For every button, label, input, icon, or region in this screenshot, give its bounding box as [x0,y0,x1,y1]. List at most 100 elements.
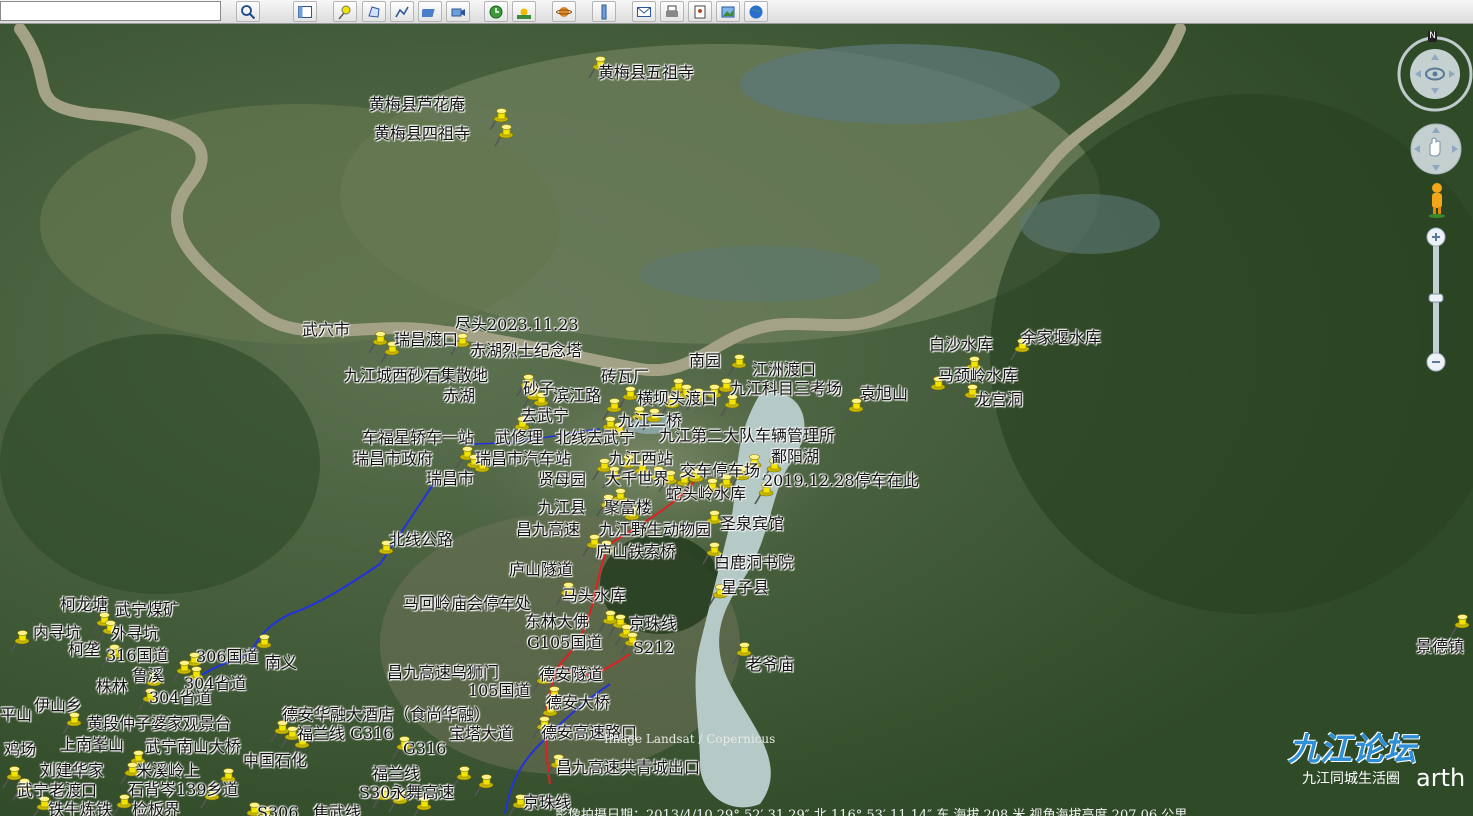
search-input[interactable] [0,1,221,21]
placemark-label[interactable]: 黄梅县四祖寺 [374,125,470,143]
placemark-label[interactable]: 星子县 [721,579,769,597]
search-button[interactable] [236,1,260,22]
placemark-label[interactable]: 九江第二大队车辆管理所 [659,427,835,445]
placemark-label[interactable]: 景德镇 [1416,638,1464,656]
placemark-label[interactable]: 德安华融大酒店（食尚华融） [282,706,490,724]
placemark-label[interactable]: S306 [257,804,299,816]
placemark-label[interactable]: 北线公路 [389,531,453,549]
placemark-label[interactable]: 武穴市 [302,321,350,339]
save-image-button[interactable] [688,1,712,22]
placemark-label[interactable]: 袁旭山 [860,385,908,403]
placemark-label[interactable]: 尽头2023.11.23 [455,316,579,334]
placemark-label[interactable]: 去武宁 [521,407,569,425]
placemark-label[interactable]: 黄梅县五祖寺 [598,64,694,82]
placemark-label[interactable]: 余家堰水库 [1021,329,1101,347]
placemark-label[interactable]: 福兰线 [372,765,420,783]
placemark-label[interactable]: 株林 [96,678,128,696]
placemark-label[interactable]: 上南峯山 [60,736,124,754]
sidebar-toggle-button[interactable] [293,1,317,22]
placemark-label[interactable]: 聚富楼 [604,499,652,517]
placemark-label[interactable]: 武宁煤矿 [115,601,179,619]
placemark-label[interactable]: S30永舞高速 [359,784,454,802]
placemark-label[interactable]: 宝塔大道 [449,725,513,743]
placemark-label[interactable]: 龙宫洞 [975,391,1023,409]
placemark-label[interactable]: 306国道 [196,648,259,666]
placemark-label[interactable]: S212 [633,639,675,657]
placemark-label[interactable]: 马颈岭水库 [938,367,1018,385]
pushpin-icon[interactable] [492,122,518,148]
email-button[interactable] [632,1,656,22]
placemark-label[interactable]: 检板界 [132,801,180,816]
placemark-label[interactable]: 京珠线 [629,615,677,633]
placemark-label[interactable]: 柯垄 [68,641,100,659]
sunlight-button[interactable] [512,1,536,22]
placemark-label[interactable]: 圣泉宾馆 [720,515,784,533]
earth-button[interactable] [744,1,768,22]
placemark-label[interactable]: 横坝头渡口 [637,390,717,408]
placemark-label[interactable]: 316国道 [106,647,169,665]
planets-button[interactable] [552,1,576,22]
placemark-label[interactable]: G316 [403,740,446,758]
placemark-label[interactable]: 黄梅县芦花庵 [369,96,465,114]
placemark-label[interactable]: 米溪岭上 [136,762,200,780]
pushpin-icon[interactable] [472,772,498,798]
placemark-label[interactable]: 东林大佛 [525,613,589,631]
record-tour-button[interactable] [446,1,470,22]
print-button[interactable] [660,1,684,22]
placemark-label[interactable]: 赤湖烈士纪念塔 [470,342,582,360]
placemark-label[interactable]: 鄱阳湖 [771,448,819,466]
placemark-label[interactable]: 昌九高速 [516,521,580,539]
placemark-label[interactable]: 砂子 [523,380,555,398]
placemark-label[interactable]: 赤湖 [443,387,475,405]
placemark-label[interactable]: 黄段仲子婆家观景台 [87,715,231,733]
placemark-label[interactable]: 江洲渡口 [752,361,816,379]
placemark-label[interactable]: 福兰线 G316 [297,725,393,743]
placemark-label[interactable]: 瑞昌市汽车站 [475,450,571,468]
add-polygon-button[interactable] [362,1,386,22]
placemark-label[interactable]: 瑞昌市 [426,470,474,488]
placemark-label[interactable]: 武修理 [495,429,543,447]
placemark-label[interactable]: 滨江路 [553,387,601,405]
placemark-label[interactable]: 九江西站 [609,450,673,468]
zoom-control[interactable] [1425,226,1447,374]
placemark-label[interactable]: 蛇头岭水库 [666,485,746,503]
placemark-label[interactable]: 2019.12.28停车在此 [763,472,919,490]
pushpin-icon[interactable] [8,628,34,654]
placemark-label[interactable]: 刘建华家 [40,762,104,780]
placemark-label[interactable]: 九江科目三考场 [730,380,842,398]
placemark-label[interactable]: 贤母园 [538,471,586,489]
placemark-label[interactable]: 白沙水库 [929,336,993,354]
placemark-label[interactable]: 老爷庙 [746,656,794,674]
placemark-label[interactable]: 105国道 [468,682,531,700]
placemark-label[interactable]: 伊山乡 [34,697,82,715]
placemark-label[interactable]: 德安大桥 [546,694,610,712]
placemark-label[interactable]: 昌九高速乌狮门 [387,664,499,682]
placemark-label[interactable]: 砖瓦厂 [601,368,649,386]
placemark-label[interactable]: 瑞昌市政府 [353,450,433,468]
placemark-label[interactable]: 马头水库 [562,587,626,605]
placemark-label[interactable]: 北线去武宁 [555,429,635,447]
placemark-label[interactable]: 大千世界 [605,470,669,488]
placemark-label[interactable]: 武宁老渡口 [17,782,97,800]
placemark-label[interactable]: 交车停车场 [680,462,760,480]
placemark-label[interactable]: 石背岑139乡道 [128,781,239,799]
move-control[interactable] [1409,122,1463,176]
placemark-label[interactable]: 车福星轿车一站 [362,429,474,447]
placemark-label[interactable]: 鲁溪 [132,667,164,685]
placemark-label[interactable]: 德安隧道 [539,666,603,684]
placemark-label[interactable]: 九江城西砂石集散地 [344,367,488,385]
add-path-button[interactable] [390,1,414,22]
placemark-label[interactable]: 马回岭庙会停车处 [403,595,531,613]
placemark-label[interactable]: 庐山铁索桥 [596,543,676,561]
placemark-label[interactable]: 南园 [689,352,721,370]
placemark-label[interactable]: 焦武线 [313,804,361,816]
placemark-label[interactable]: 武宁南山大桥 [145,738,241,756]
placemark-label[interactable]: 九江县 [538,499,586,517]
north-indicator[interactable]: N [1428,31,1437,42]
street-view-pegman-icon[interactable] [1424,182,1450,218]
look-around-control[interactable] [1397,32,1473,112]
placemark-label[interactable]: 白鹿洞书院 [714,554,794,572]
placemark-label[interactable]: 南义 [265,654,297,672]
add-overlay-button[interactable] [418,1,442,22]
placemark-label[interactable]: 鸡场 [4,741,36,759]
